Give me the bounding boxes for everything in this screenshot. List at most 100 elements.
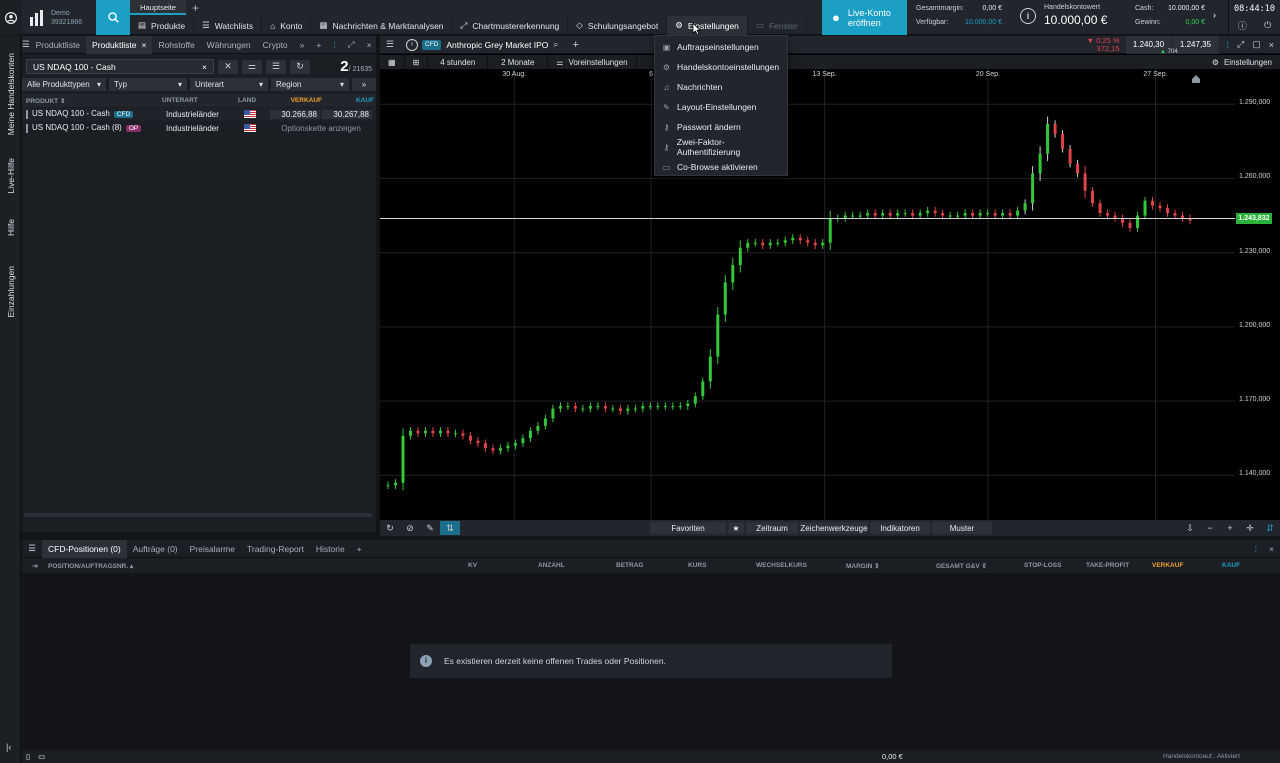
chart-settings-button[interactable]: ⚙ Einstellungen	[1204, 55, 1280, 69]
settings-sliders-icon[interactable]: ⇵	[1260, 521, 1280, 535]
add-chart-icon[interactable]: +	[572, 39, 578, 51]
expand-rows-icon[interactable]: ⇥	[22, 562, 48, 570]
col-land[interactable]: LAND	[238, 97, 264, 104]
layout-icon[interactable]: ⁞	[1227, 40, 1230, 50]
menu-item-layout[interactable]: ✎ Layout-Einstellungen	[655, 97, 787, 117]
tab-preisalarme[interactable]: Preisalarme	[184, 540, 241, 558]
col-unterart[interactable]: UNTERART	[162, 97, 238, 104]
crosshair-icon[interactable]: ⇅	[440, 521, 460, 535]
filter-produkttypen[interactable]: Alle Produkttypen ▾	[22, 78, 106, 91]
col-margin[interactable]: MARGIN ⇕	[846, 562, 936, 570]
tab-produktliste-2[interactable]: Produktliste ×	[86, 35, 153, 54]
expand-icon[interactable]: ⤢	[1237, 39, 1244, 50]
info-icon[interactable]: i	[1020, 8, 1036, 24]
presets-button[interactable]: ⚌ Voreinstellungen	[548, 55, 637, 69]
buy-price[interactable]: 30.267,88	[322, 110, 372, 119]
rail-tab-einzahlungen[interactable]: Einzahlungen	[0, 264, 21, 320]
option-chain-link[interactable]: Optionskette anzeigen	[270, 124, 372, 133]
close-panel-icon[interactable]: ×	[361, 36, 378, 54]
menu-item-passwort[interactable]: ⚷ Passwort ändern	[655, 117, 787, 137]
col-betrag[interactable]: BETRAG	[616, 562, 688, 569]
clear-icon[interactable]: ×	[202, 62, 207, 72]
close-icon[interactable]: ×	[1269, 40, 1274, 50]
layout-icon[interactable]: ⁞	[1249, 540, 1263, 558]
filter-region[interactable]: Region ▾	[271, 78, 349, 91]
search-icon[interactable]: ⌕	[553, 39, 558, 50]
menu-item-2fa[interactable]: ⚷ Zwei-Faktor-Authentifizierung	[655, 137, 787, 157]
rail-tab-live-hilfe[interactable]: Live-Hilfe	[0, 156, 21, 196]
menu-item-handelskontoeinstellungen[interactable]: ⚙ Handelskontoeinstellungen	[655, 57, 787, 77]
indicators-button[interactable]: Indikatoren	[870, 522, 930, 534]
layout-icon[interactable]: ⁞	[327, 36, 341, 54]
rail-tab-handelskonten[interactable]: Meine Handelskonten	[0, 44, 21, 144]
refresh-icon[interactable]: ↻	[290, 59, 310, 74]
pencil-icon[interactable]: ✎	[420, 521, 440, 535]
add-tab-icon[interactable]: +	[310, 36, 327, 54]
col-wechselkurs[interactable]: WECHSELKURS	[756, 562, 846, 569]
timeframe-button[interactable]: Zeitraum	[746, 522, 798, 534]
col-produkt[interactable]: PRODUKT ⇕	[22, 97, 162, 105]
price-axis[interactable]: 1.290,000 1.260,000 1.230,000 1.200,000 1.17…	[1235, 69, 1280, 520]
menu-schulung[interactable]: ◇ Schulungsangebot	[568, 16, 668, 35]
tab-rohstoffe[interactable]: Rohstoffe	[152, 36, 200, 54]
download-icon[interactable]: ⇩	[1180, 521, 1200, 535]
menu-einstellungen[interactable]: ⚙ Einstellungen	[667, 16, 748, 35]
more-filters-icon[interactable]: »	[352, 78, 376, 91]
restore-icon[interactable]: ▢	[1252, 39, 1261, 50]
keyboard-icon[interactable]: ▭	[38, 752, 45, 761]
tab-produktliste-1[interactable]: Produktliste	[30, 36, 86, 54]
col-kauf[interactable]: KAUF	[322, 97, 374, 104]
tab-crypto[interactable]: Crypto	[257, 36, 294, 54]
zoom-out-icon[interactable]: −	[1200, 521, 1220, 535]
tab-historie[interactable]: Historie	[310, 540, 351, 558]
col-verkauf[interactable]: VERKAUF	[1152, 562, 1222, 569]
chart-plot-area[interactable]: 30 Aug. 6 13 Sep. 20 Sep. 27 Sep.	[380, 69, 1235, 520]
collapse-icon[interactable]: |‹	[6, 742, 11, 752]
col-stop-loss[interactable]: STOP-LOSS	[1024, 562, 1086, 569]
interval-select[interactable]: 4 stunden	[428, 55, 489, 69]
cancel-icon[interactable]: ⊘	[400, 521, 420, 535]
filter-unterart[interactable]: Unterart ▾	[190, 78, 268, 91]
grid-icon[interactable]: ▦	[380, 55, 405, 69]
ask-price[interactable]: 1.247,35	[1172, 35, 1219, 54]
drawing-tools-button[interactable]: Zeichenwerkzeuge	[800, 522, 868, 534]
reset-icon[interactable]: ↻	[380, 521, 400, 535]
zoom-in-icon[interactable]: +	[1220, 521, 1240, 535]
add-tab-icon[interactable]: +	[351, 540, 368, 558]
menu-produkte[interactable]: ▤ Produkte	[130, 16, 195, 35]
tab-cfd-positionen[interactable]: CFD-Positionen (0)	[42, 539, 127, 558]
tab-auftraege[interactable]: Aufträge (0)	[127, 540, 184, 558]
menu-konto[interactable]: ⌂ Konto	[262, 16, 312, 35]
more-tabs-icon[interactable]: »	[294, 36, 311, 54]
col-position[interactable]: POSITION/AUFTRAGSNR. ▴	[48, 562, 468, 570]
menu-item-nachrichten[interactable]: ♫ Nachrichten	[655, 77, 787, 97]
col-verkauf[interactable]: VERKAUF	[264, 97, 322, 104]
layout-grid-icon[interactable]: ⊞	[405, 55, 429, 69]
expand-icon[interactable]: ⤢	[342, 36, 361, 54]
rail-tab-hilfe[interactable]: Hilfe	[0, 216, 21, 240]
col-take-profit[interactable]: TAKE-PROFIT	[1086, 562, 1152, 569]
range-select[interactable]: 2 Monate	[488, 55, 549, 69]
col-gesamt-gv[interactable]: GESAMT G&V ⇕	[936, 562, 1024, 570]
search-button[interactable]	[96, 0, 130, 35]
sell-price[interactable]: 30.266,88	[270, 110, 320, 119]
table-row[interactable]: US NDAQ 100 - Cash (8) OP Industrieländer…	[22, 122, 376, 135]
filter-icon[interactable]: ⚌	[242, 59, 262, 74]
chevron-right-icon[interactable]: ›	[1213, 10, 1216, 20]
col-kauf[interactable]: KAUF	[1222, 562, 1262, 569]
info-icon[interactable]: i	[406, 38, 418, 51]
power-icon[interactable]: ⏻	[1264, 20, 1271, 31]
product-search-input[interactable]: US NDAQ 100 - Cash ×	[26, 59, 214, 74]
menu-nachrichten[interactable]: ▦ Nachrichten & Marktanalysen	[311, 16, 453, 35]
live-account-button[interactable]: ● Live-Konto eröffnen	[822, 0, 907, 35]
favorites-button[interactable]: Favoriten	[650, 522, 726, 534]
candlestick-chart[interactable]: 30 Aug. 6 13 Sep. 20 Sep. 27 Sep.	[380, 69, 1235, 520]
col-kurs[interactable]: KURS	[688, 562, 756, 569]
col-kv[interactable]: KV	[468, 562, 538, 569]
tab-hauptseite[interactable]: Hauptseite	[130, 0, 186, 15]
list-view-icon[interactable]: ☰	[266, 59, 286, 74]
menu-item-auftragseinstellungen[interactable]: ▣ Auftragseinstellungen	[655, 37, 787, 57]
hamburger-icon[interactable]: ☰	[22, 39, 30, 50]
close-panel-icon[interactable]: ×	[1263, 540, 1280, 558]
info-circle-icon[interactable]: ⓘ	[1238, 19, 1247, 32]
